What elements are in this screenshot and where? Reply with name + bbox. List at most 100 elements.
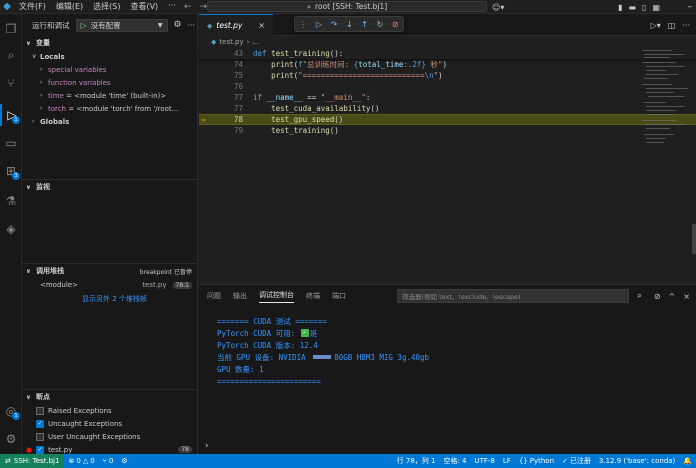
search-activity-icon[interactable]: ⌕ — [0, 44, 22, 66]
remote-indicator[interactable]: ⇄ SSH: Test.bj1 — [0, 454, 65, 468]
ports-status[interactable]: ⑂ 0 — [99, 457, 118, 465]
tab-problems[interactable]: 问题 — [207, 291, 221, 301]
breakpoint-checkbox[interactable]: ✓ — [36, 419, 44, 428]
cursor-position[interactable]: 行 78，列 1 — [393, 456, 440, 466]
variable-row[interactable]: › special variables — [22, 63, 197, 76]
menu-more[interactable]: ··· — [163, 1, 181, 12]
breadcrumb-symbol[interactable]: ... — [252, 38, 259, 46]
console-filter-input[interactable]: 筛选器(例如 text、!exclude、\escape) ⌕ — [397, 289, 642, 303]
code-text: test_gpu_speed() — [271, 115, 344, 124]
toggle-panel-icon[interactable]: ▬ — [628, 3, 636, 12]
account-icon[interactable]: ◎ 1 — [0, 400, 22, 422]
close-panel-icon[interactable]: × — [683, 292, 690, 301]
language-mode[interactable]: {} Python — [515, 457, 558, 465]
command-center-search[interactable]: ⌕ root [SSH: Test.bj1] — [207, 1, 487, 12]
menu-view[interactable]: 查看(V) — [125, 1, 163, 12]
breakpoint-user-uncaught-exceptions[interactable]: User Uncaught Exceptions — [22, 430, 197, 443]
layout-controls: ▮ ▬ ▯ ▦ — [618, 0, 660, 14]
breakpoint-test-py[interactable]: ● ✓ test.py 78 — [22, 443, 197, 454]
minimap[interactable] — [640, 48, 690, 148]
status-bar: ⇄ SSH: Test.bj1 ⊗ 0 △ 0 ⑂ 0 ⚙ 行 78，列 1 空格: … — [0, 454, 696, 468]
breakpoint-checkbox[interactable] — [36, 406, 44, 415]
tab-terminal[interactable]: 终端 — [306, 291, 320, 301]
launch-config-select[interactable]: ▷ 没有配置 ▼ — [75, 18, 168, 32]
variable-row[interactable]: › function variables — [22, 76, 197, 89]
step-into-icon[interactable]: ↓ — [346, 20, 353, 29]
chevron-right-icon: › — [40, 79, 43, 86]
variable-row[interactable]: › time = <module 'time' (built-in)> — [22, 89, 197, 102]
watch-section-header[interactable]: ∨ 监视 — [22, 180, 197, 194]
code-area[interactable]: 43 def test_training(): 74 print(f"总训练时间… — [199, 48, 696, 136]
callstack-section-header[interactable]: ∨ 调用堆栈 breakpoint 已暂停 — [22, 264, 197, 278]
containers-icon[interactable]: ◈ — [0, 218, 22, 240]
search-icon[interactable]: ⌕ — [637, 291, 642, 301]
restart-icon[interactable]: ↻ — [377, 20, 384, 29]
remote-explorer-icon[interactable]: ▭ — [0, 132, 22, 154]
repl-input[interactable]: › — [199, 439, 696, 453]
show-more-frames-link[interactable]: 显示另外 2 个堆栈帧 — [22, 292, 197, 306]
extensions-icon[interactable]: ⊞ 3 — [0, 160, 22, 182]
source-control-icon[interactable]: ⑂ — [0, 72, 22, 94]
menu-edit[interactable]: 编辑(E) — [51, 1, 88, 12]
ports-icon: ⑂ — [102, 457, 107, 465]
tab-ports[interactable]: 端口 — [332, 291, 346, 301]
settings-gear-icon[interactable]: ⚙ — [0, 428, 22, 450]
continue-icon[interactable]: ▷ — [316, 20, 322, 29]
debug-status[interactable]: ⚙ — [117, 457, 131, 465]
code-text: print("===========================\n") — [271, 71, 443, 80]
variable-name: special variables — [48, 65, 107, 74]
explorer-icon[interactable]: ❐ — [0, 18, 22, 40]
breakpoint-uncaught-exceptions[interactable]: ✓ Uncaught Exceptions — [22, 417, 197, 430]
run-file-icon[interactable]: ▷▾ — [651, 21, 661, 30]
notifications-bell-icon[interactable]: 🔔 — [679, 457, 696, 465]
start-debug-icon[interactable]: ▷ — [81, 21, 87, 30]
console-text: GPU 数量: 1 — [217, 364, 264, 374]
run-debug-icon[interactable]: ▷ 1 — [0, 104, 22, 126]
split-editor-icon[interactable]: ◫ — [668, 21, 676, 30]
menu-selection[interactable]: 选择(S) — [88, 1, 125, 12]
callstack-frame[interactable]: <module> test.py 78:1 — [22, 278, 197, 292]
end-of-line[interactable]: LF — [499, 457, 515, 465]
minimize-icon[interactable]: – — [688, 2, 693, 12]
more-actions-icon[interactable]: ··· — [188, 21, 195, 30]
toggle-secondary-sidebar-icon[interactable]: ▯ — [642, 3, 646, 12]
breakpoints-section-header[interactable]: ∨ 断点 — [22, 390, 197, 404]
close-icon[interactable]: × — [258, 21, 265, 30]
more-actions-icon[interactable]: ··· — [682, 21, 690, 30]
drag-handle-icon[interactable]: ⋮ — [299, 20, 307, 29]
menu-file[interactable]: 文件(F) — [14, 1, 51, 12]
globals-scope[interactable]: › Globals — [22, 115, 197, 128]
registration-status[interactable]: ✓ 已注册 — [558, 456, 595, 466]
tab-test-py[interactable]: ◆ test.py × — [199, 14, 273, 36]
maximize-panel-icon[interactable]: ^ — [669, 292, 676, 301]
encoding[interactable]: UTF-8 — [471, 457, 499, 465]
breakpoint-raised-exceptions[interactable]: Raised Exceptions — [22, 404, 197, 417]
step-out-icon[interactable]: ↑ — [361, 20, 368, 29]
breadcrumb-file[interactable]: test.py — [219, 38, 243, 46]
back-arrow-icon[interactable]: ← — [184, 2, 192, 12]
breakpoint-checkbox[interactable]: ✓ — [36, 445, 45, 454]
toggle-sidebar-icon[interactable]: ▮ — [618, 3, 622, 12]
gear-icon[interactable]: ⚙ — [174, 20, 182, 30]
variable-name: function variables — [48, 78, 111, 87]
locals-scope[interactable]: ∨ Locals — [22, 50, 197, 63]
clear-console-icon[interactable]: ⊘ — [654, 292, 661, 301]
problems-status[interactable]: ⊗ 0 △ 0 — [64, 457, 98, 465]
python-interpreter[interactable]: 3.12.9 ('base': conda) — [595, 457, 679, 465]
copilot-icon[interactable]: ☺▾ — [492, 3, 504, 12]
step-over-icon[interactable]: ↷ — [331, 20, 338, 29]
variables-section-header[interactable]: ∨ 变量 — [22, 36, 197, 50]
variable-row[interactable]: › torch = <module 'torch' from '/root... — [22, 102, 197, 115]
indentation[interactable]: 空格: 4 — [439, 456, 470, 466]
customize-layout-icon[interactable]: ▦ — [652, 3, 660, 12]
breakpoint-checkbox[interactable] — [36, 432, 44, 441]
forward-arrow-icon[interactable]: → — [200, 2, 208, 12]
testing-icon[interactable]: ⚗ — [0, 190, 22, 212]
tab-debug-console[interactable]: 调试控制台 — [259, 290, 294, 303]
chevron-down-icon: ▼ — [157, 21, 163, 29]
debug-console-output[interactable]: ======= CUDA 测试 ======= PyTorch CUDA 可用:… — [217, 315, 429, 387]
disconnect-icon[interactable]: ⊘ — [392, 20, 399, 29]
tab-output[interactable]: 输出 — [233, 291, 247, 301]
breakpoint-current-arrow-icon[interactable]: ⇨ — [201, 115, 206, 124]
editor-scrollbar[interactable] — [692, 224, 696, 254]
